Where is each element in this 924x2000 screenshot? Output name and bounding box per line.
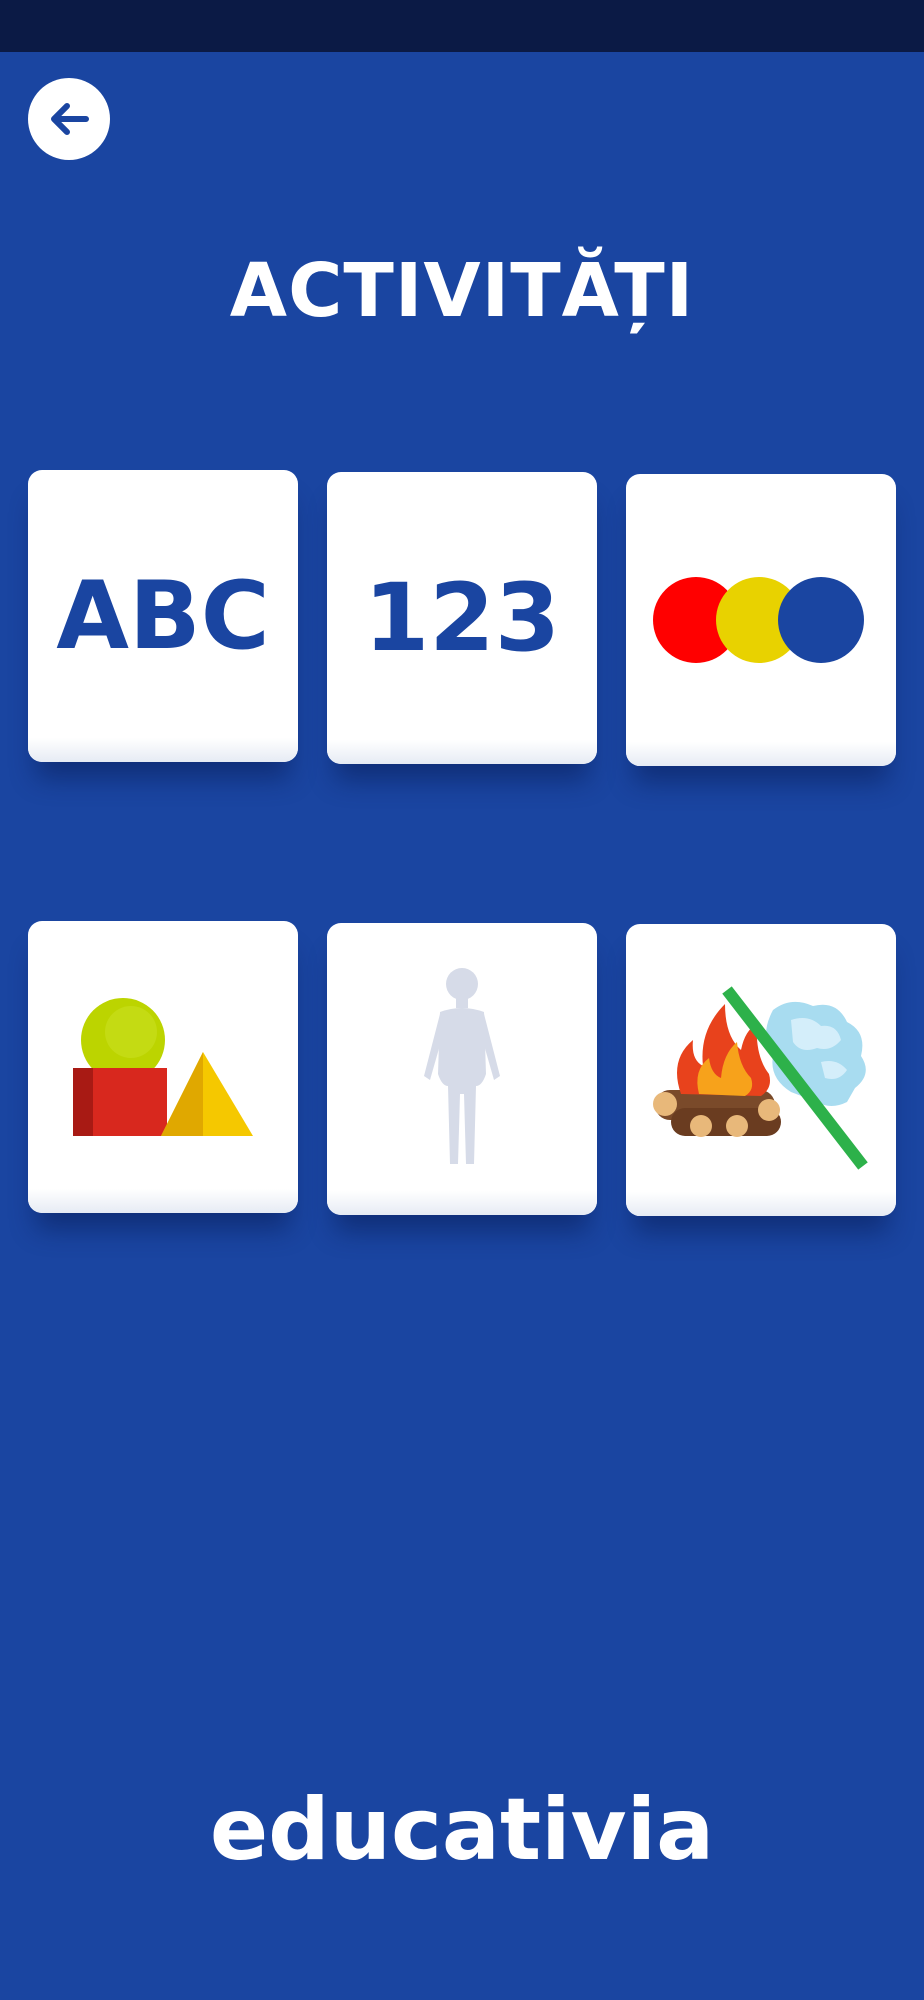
page-title: ACTIVITĂȚI [229, 248, 695, 334]
back-button[interactable] [28, 78, 110, 160]
activity-card-human-body[interactable] [327, 923, 597, 1215]
hot-cold-icon [653, 986, 868, 1170]
letters-label: ABC [56, 561, 270, 671]
status-bar [0, 0, 924, 52]
activity-card-hot-cold[interactable] [626, 924, 896, 1216]
brand-logo-text: educativia [209, 1780, 715, 1880]
numbers-label: 123 [363, 563, 561, 673]
shapes-icon [73, 998, 253, 1136]
arrow-left-icon [51, 103, 89, 135]
activity-card-letters[interactable]: ABC [28, 470, 298, 762]
activity-card-colors[interactable] [626, 474, 896, 766]
activity-card-numbers[interactable]: 123 [327, 472, 597, 764]
colors-icon [653, 577, 864, 663]
activity-card-shapes[interactable] [28, 921, 298, 1213]
human-body-icon [424, 968, 500, 1164]
